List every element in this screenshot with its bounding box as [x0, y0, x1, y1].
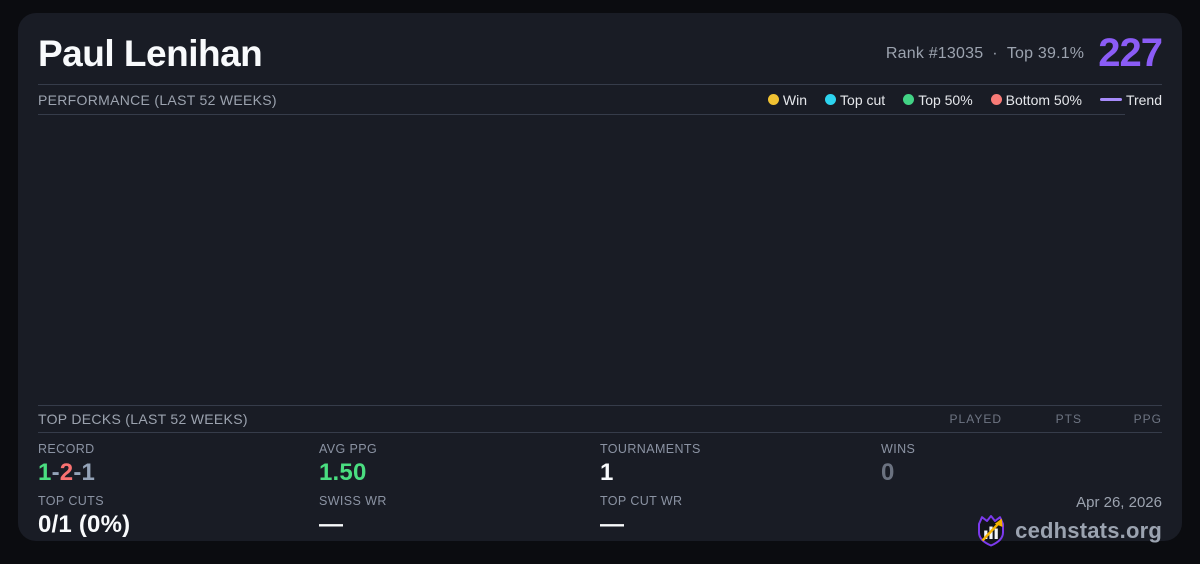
stats-row-2: TOP CUTS 0/1 (0%) SWISS WR — TOP CUT WR … — [38, 494, 1162, 554]
top-decks-header: TOP DECKS (LAST 52 WEEKS) PLAYED PTS PPG — [38, 406, 1162, 432]
legend-item-top50: Top 50% — [903, 91, 973, 108]
wins-value: 0 — [881, 459, 895, 486]
record-losses: 2 — [59, 459, 74, 486]
player-name: Paul Lenihan — [38, 32, 263, 74]
swiss-wr-value: — — [319, 511, 344, 538]
stat-record: RECORD 1-2-1 — [38, 442, 319, 494]
column-pts: PTS — [1055, 412, 1082, 426]
record-value: 1-2-1 — [38, 459, 319, 487]
record-wins: 1 — [38, 459, 52, 486]
legend-label: Top cut — [840, 91, 886, 108]
header-right: Rank #13035 · Top 39.1% 227 — [886, 31, 1163, 76]
legend-item-bottom50: Bottom 50% — [990, 91, 1082, 108]
stat-label: SWISS WR — [319, 494, 387, 508]
legend-item-trend: Trend — [1099, 91, 1162, 108]
top50-dot-icon — [903, 94, 915, 105]
legend-label: Win — [782, 91, 808, 108]
column-ppg: PPG — [1133, 412, 1162, 426]
top-percent-text: Top 39.1% — [1006, 44, 1085, 62]
record-sep: - — [51, 459, 60, 486]
stat-tournaments: TOURNAMENTS 1 — [600, 442, 881, 494]
card-footer: Apr 26, 2026 cedhstats.org — [881, 494, 1162, 554]
brand-row: cedhstats.org — [881, 514, 1162, 547]
total-points: 227 — [1098, 31, 1163, 75]
trend-line-icon — [1099, 98, 1122, 101]
cedhstats-shield-logo-icon — [978, 515, 1005, 547]
top-decks-columns: PLAYED PTS PPG — [892, 412, 1162, 426]
avg-ppg-value: 1.50 — [319, 459, 367, 486]
rank-line: Rank #13035 · Top 39.1% — [886, 45, 1084, 63]
bottom50-dot-icon — [990, 94, 1002, 105]
legend-item-win: Win — [767, 91, 808, 108]
tournaments-value: 1 — [600, 459, 614, 486]
rank-text: Rank #13035 — [885, 44, 984, 62]
stat-swiss-wr: SWISS WR — — [319, 494, 600, 554]
top-decks-title: TOP DECKS (LAST 52 WEEKS) — [38, 411, 248, 427]
stat-top-cuts: TOP CUTS 0/1 (0%) — [38, 494, 319, 554]
stats-row-1: RECORD 1-2-1 AVG PPG 1.50 TOURNAMENTS 1 … — [38, 442, 1162, 494]
stat-label: TOP CUT WR — [600, 494, 683, 508]
card-header: Paul Lenihan Rank #13035 · Top 39.1% 227 — [38, 13, 1163, 84]
stat-label: RECORD — [38, 442, 95, 456]
performance-header: PERFORMANCE (LAST 52 WEEKS) Win Top cut … — [38, 85, 1162, 114]
legend-label: Trend — [1125, 91, 1162, 108]
stat-label: TOURNAMENTS — [600, 442, 701, 456]
stat-top-cut-wr: TOP CUT WR — — [600, 494, 881, 554]
stats-section: RECORD 1-2-1 AVG PPG 1.50 TOURNAMENTS 1 … — [38, 433, 1162, 554]
top-cuts-value: 0/1 (0%) — [38, 511, 131, 538]
player-stats-card: Paul Lenihan Rank #13035 · Top 39.1% 227… — [18, 13, 1182, 547]
column-played: PLAYED — [949, 412, 1002, 426]
chart-legend: Win Top cut Top 50% Bottom 50% Trend — [767, 91, 1162, 108]
legend-label: Bottom 50% — [1005, 91, 1082, 108]
performance-title: PERFORMANCE (LAST 52 WEEKS) — [38, 91, 277, 108]
win-dot-icon — [767, 94, 779, 105]
performance-chart — [38, 115, 1162, 405]
stat-avg-ppg: AVG PPG 1.50 — [319, 442, 600, 494]
generated-date: Apr 26, 2026 — [1076, 494, 1162, 511]
record-sep: - — [73, 459, 82, 486]
rank-separator: · — [992, 44, 998, 62]
record-draws: 1 — [81, 459, 96, 486]
legend-label: Top 50% — [918, 91, 973, 108]
stat-label: TOP CUTS — [38, 494, 104, 508]
brand-name: cedhstats.org — [1015, 517, 1162, 543]
top-cut-wr-value: — — [600, 511, 625, 538]
stat-wins: WINS 0 — [881, 442, 1162, 494]
legend-item-topcut: Top cut — [825, 92, 885, 108]
topcut-dot-icon — [825, 94, 837, 105]
stat-label: AVG PPG — [319, 442, 378, 456]
stat-label: WINS — [881, 442, 916, 456]
